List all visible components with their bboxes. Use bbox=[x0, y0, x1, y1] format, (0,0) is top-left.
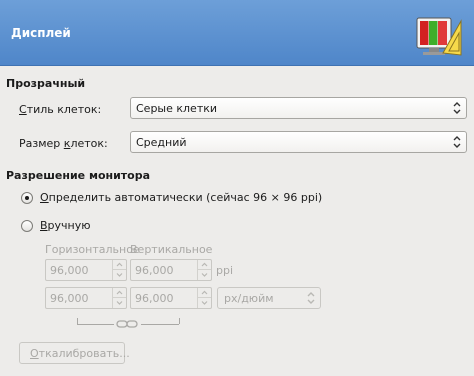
transparency-section-title: Прозрачный bbox=[6, 77, 86, 90]
updown-arrows-icon bbox=[453, 136, 461, 148]
vertical-label: Вертикальное bbox=[130, 243, 213, 256]
spin-up-button[interactable] bbox=[198, 288, 211, 298]
ppi-unit-label: ppi bbox=[216, 264, 234, 277]
calibrate-button[interactable]: Откалибровать... bbox=[19, 342, 130, 364]
spin-up-button[interactable] bbox=[113, 260, 126, 270]
spin-down-button[interactable] bbox=[198, 298, 211, 308]
chevron-up-icon bbox=[116, 262, 123, 267]
spin-buttons bbox=[197, 288, 211, 308]
chain-bracket-right bbox=[179, 318, 180, 324]
resolution-section-title: Разрешение монитора bbox=[6, 169, 151, 182]
dialog-header: Дисплей bbox=[0, 0, 474, 66]
chevron-up-icon bbox=[201, 262, 208, 267]
spin-down-button[interactable] bbox=[198, 270, 211, 280]
chain-line-right bbox=[141, 324, 179, 325]
spin-down-button[interactable] bbox=[113, 298, 126, 308]
vertical-resolution-value: 96,000 bbox=[135, 264, 174, 277]
manual-label[interactable]: Вручную bbox=[40, 219, 91, 232]
check-size-label: Размер клеток: bbox=[19, 137, 108, 150]
spin-up-button[interactable] bbox=[113, 288, 126, 298]
horizontal-label: Горизонтальное bbox=[45, 243, 140, 256]
check-size-combo[interactable]: Средний bbox=[130, 131, 467, 153]
chevron-down-icon bbox=[116, 301, 123, 305]
resolution-unit-value: px/дюйм bbox=[224, 292, 274, 305]
chevron-up-icon bbox=[116, 290, 123, 295]
radio-selected-dot bbox=[25, 196, 29, 200]
auto-detect-label[interactable]: Определить автоматически (сейчас 96 × 96… bbox=[40, 191, 322, 204]
dialog-title: Дисплей bbox=[11, 26, 71, 40]
manual-radio[interactable] bbox=[21, 220, 33, 232]
chevron-down-icon bbox=[201, 273, 208, 277]
chain-link-icon[interactable] bbox=[116, 319, 138, 329]
display-settings-icon bbox=[416, 17, 462, 56]
spin-buttons bbox=[197, 260, 211, 280]
spin-buttons bbox=[112, 260, 126, 280]
spin-down-button[interactable] bbox=[113, 270, 126, 280]
updown-arrows-icon bbox=[453, 102, 461, 114]
updown-arrows-icon bbox=[307, 292, 315, 304]
chain-line-left bbox=[77, 324, 114, 325]
chevron-down-icon bbox=[201, 301, 208, 305]
auto-detect-radio[interactable] bbox=[21, 192, 33, 204]
horizontal-resolution-value: 96,000 bbox=[50, 264, 89, 277]
chevron-down-icon bbox=[116, 273, 123, 277]
check-style-label: Стиль клеток: bbox=[19, 103, 102, 116]
horizontal-resolution-spin[interactable]: 96,000 bbox=[45, 259, 127, 281]
chevron-up-icon bbox=[201, 290, 208, 295]
spin-buttons bbox=[112, 288, 126, 308]
vertical-resolution-spin[interactable]: 96,000 bbox=[130, 259, 212, 281]
calibrate-button-label: Откалибровать... bbox=[30, 347, 130, 360]
check-size-value: Средний bbox=[136, 136, 187, 149]
x-resolution-value: 96,000 bbox=[50, 292, 89, 305]
resolution-unit-combo[interactable]: px/дюйм bbox=[217, 287, 321, 309]
x-resolution-spin[interactable]: 96,000 bbox=[45, 287, 127, 309]
check-style-value: Серые клетки bbox=[136, 102, 218, 115]
y-resolution-value: 96,000 bbox=[135, 292, 174, 305]
y-resolution-spin[interactable]: 96,000 bbox=[130, 287, 212, 309]
check-style-combo[interactable]: Серые клетки bbox=[130, 97, 467, 119]
spin-up-button[interactable] bbox=[198, 260, 211, 270]
